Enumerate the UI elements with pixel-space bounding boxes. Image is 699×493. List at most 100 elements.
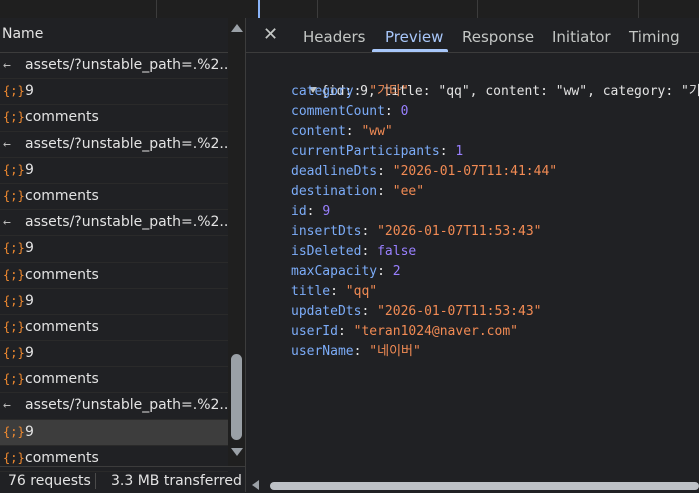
network-timeline-overview[interactable] (0, 0, 699, 18)
json-key: updateDts (291, 304, 362, 319)
json-colon: : (353, 344, 370, 359)
json-key: insertDts (291, 224, 362, 239)
request-row[interactable]: {;} 9 (0, 341, 228, 368)
close-icon[interactable]: ✕ (263, 24, 278, 45)
json-value: 9 (322, 204, 331, 219)
json-key: currentParticipants (291, 144, 440, 159)
json-colon: : (345, 124, 362, 139)
status-bar: 76 requests 3.3 MB transferred (0, 466, 245, 493)
json-value: 0 (400, 104, 409, 119)
tab-headers[interactable]: Headers (303, 28, 365, 46)
request-name: comments (25, 449, 99, 466)
tab-timing[interactable]: Timing (629, 28, 680, 46)
preview-horizontal-scrollbar[interactable] (246, 476, 699, 492)
timeline-marker (258, 0, 260, 18)
request-row[interactable]: {;} comments (0, 315, 228, 342)
request-name: assets/?unstable_path=.%2... (25, 397, 233, 414)
request-row[interactable]: {;} comments (0, 184, 228, 211)
request-name: comments (25, 318, 99, 335)
json-value: 1 (455, 144, 464, 159)
request-row[interactable]: {;} 9 (0, 158, 228, 184)
request-row[interactable]: {;} comments (0, 105, 228, 132)
request-name: 9 (25, 161, 34, 178)
json-value: "qq" (345, 284, 378, 299)
json-value: "ee" (392, 184, 425, 199)
request-name: 9 (25, 240, 34, 257)
redirect-arrow-icon: ← (3, 398, 11, 414)
json-colon: : (439, 144, 456, 159)
details-tab-bar: ✕ Headers Preview Response Initiator Tim… (246, 18, 699, 53)
redirect-arrow-icon: ← (3, 215, 11, 231)
json-key: deadlineDts (291, 164, 378, 179)
request-name: assets/?unstable_path=.%2... (25, 135, 233, 152)
json-key: commentCount (291, 104, 385, 119)
request-details-panel: ✕ Headers Preview Response Initiator Tim… (246, 18, 699, 492)
json-colon: : (361, 304, 378, 319)
request-name: assets/?unstable_path=.%2... (25, 57, 233, 73)
json-key: userName (291, 344, 354, 359)
json-field: updateDts: "2026-01-07T11:53:43" (291, 302, 541, 322)
json-file-icon: {;} (3, 372, 25, 387)
tab-initiator[interactable]: Initiator (552, 28, 611, 46)
request-name: 9 (25, 345, 34, 362)
timeline-tick (317, 0, 318, 18)
json-colon: : (377, 264, 393, 279)
request-list-scrollbar[interactable] (228, 18, 245, 466)
json-value: "2026-01-07T11:53:43" (377, 304, 542, 319)
horizontal-scrollbar-thumb[interactable] (270, 482, 699, 490)
json-file-icon: {;} (3, 162, 25, 177)
json-value: "ww" (361, 124, 393, 139)
request-name: comments (25, 371, 99, 388)
json-field: id: 9 (291, 202, 330, 222)
request-row[interactable]: {;} 9 (0, 419, 228, 446)
json-file-icon: {;} (3, 188, 25, 203)
json-file-icon: {;} (3, 293, 25, 308)
json-summary-line[interactable]: {id: 9, title: "qq", content: "ww", cate… (262, 62, 699, 99)
request-row[interactable]: {;} comments (0, 367, 228, 394)
scroll-up-arrow-icon[interactable] (231, 24, 243, 32)
json-field: currentParticipants: 1 (291, 142, 463, 162)
request-row[interactable]: ← assets/?unstable_path=.%2... (0, 53, 233, 80)
request-count: 76 requests (8, 473, 91, 489)
json-value: false (377, 244, 417, 259)
request-name: 9 (25, 83, 34, 100)
active-tab-indicator (372, 49, 448, 52)
json-colon: : (353, 84, 370, 99)
request-row[interactable]: ← assets/?unstable_path=.%2... (0, 210, 233, 237)
json-key: destination (291, 184, 378, 199)
scroll-left-arrow-icon[interactable] (252, 480, 259, 490)
json-field: userName: "네이버" (291, 342, 421, 362)
request-row[interactable]: {;} 9 (0, 236, 228, 263)
request-name: 9 (25, 292, 34, 309)
json-field: maxCapacity: 2 (291, 262, 401, 282)
json-file-icon: {;} (3, 424, 25, 439)
request-row[interactable]: {;} comments (0, 263, 228, 289)
scrollbar-thumb[interactable] (231, 354, 242, 440)
json-colon: : (361, 244, 378, 259)
json-colon: : (384, 104, 401, 119)
json-field: category: "기타" (291, 82, 409, 102)
tab-response[interactable]: Response (462, 28, 534, 46)
json-key: content (291, 124, 346, 139)
request-row[interactable]: {;} 9 (0, 79, 228, 106)
json-key: category (291, 84, 354, 99)
request-list-panel: Name ← assets/?unstable_path=.%2... {;} 9 {;… (0, 18, 245, 492)
json-colon: : (306, 204, 323, 219)
json-value: "네이버" (369, 344, 421, 359)
request-row[interactable]: {;} 9 (0, 289, 228, 315)
json-file-icon: {;} (3, 84, 25, 99)
redirect-arrow-icon: ← (3, 136, 11, 152)
json-field: insertDts: "2026-01-07T11:53:43" (291, 222, 541, 242)
request-row[interactable]: ← assets/?unstable_path=.%2... (0, 393, 233, 420)
json-key: userId (291, 324, 338, 339)
scroll-down-arrow-icon[interactable] (231, 448, 243, 456)
json-value: 2 (392, 264, 401, 279)
name-column-header[interactable]: Name (0, 18, 228, 53)
request-row[interactable]: ← assets/?unstable_path=.%2... (0, 132, 233, 158)
json-file-icon: {;} (3, 346, 25, 361)
json-key: isDeleted (291, 244, 362, 259)
json-file-icon: {;} (3, 319, 25, 334)
json-field: deadlineDts: "2026-01-07T11:41:44" (291, 162, 557, 182)
transferred-size: 3.3 MB transferred (111, 473, 242, 489)
tab-preview[interactable]: Preview (385, 28, 443, 46)
